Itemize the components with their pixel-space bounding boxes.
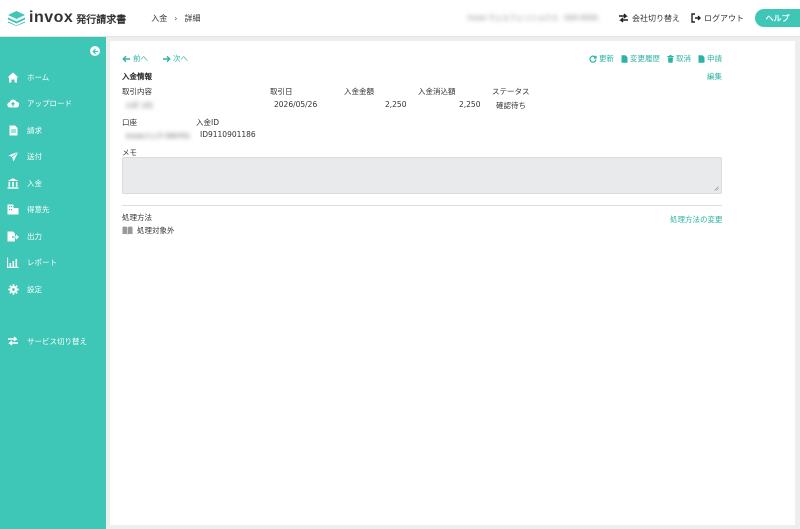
service-switch-button[interactable]: サービス切り替え: [0, 332, 106, 350]
arrow-left-icon: [91, 48, 98, 54]
paper-plane-icon: [7, 150, 19, 162]
main-panel: 前へ 次へ 更新 変更履歴 取消 申請 入金情報 編集 取引内容 取引日 入金金…: [110, 41, 795, 525]
sidebar: ホーム アップロード 請求 送付 入金 得意先 出力 レポート 設定 サービス切…: [0, 37, 106, 529]
process-value: 処理対象外: [137, 226, 175, 235]
logo-text: invox: [29, 9, 74, 26]
payment-id-label: 入金ID: [196, 118, 219, 127]
value-reconciled: 2,250: [459, 100, 481, 109]
chart-icon: [7, 256, 19, 268]
refresh-label: 更新: [599, 54, 614, 63]
service-switch-label: サービス切り替え: [27, 336, 87, 346]
history-button[interactable]: 変更履歴: [621, 53, 660, 64]
sidebar-item-settings[interactable]: 設定: [0, 280, 106, 298]
sidebar-item-label: レポート: [27, 257, 57, 267]
next-label: 次へ: [173, 54, 188, 63]
breadcrumb-item-detail: 詳細: [184, 13, 201, 23]
status-badge: 確認待ち: [496, 101, 526, 110]
header-amount: 入金金額: [344, 87, 374, 96]
sidebar-item-label: 出力: [27, 231, 42, 241]
apply-button[interactable]: 申請: [698, 53, 722, 64]
header-reconciled: 入金消込額: [418, 87, 456, 96]
next-button[interactable]: 次へ: [162, 53, 188, 64]
prev-button[interactable]: 前へ: [122, 53, 148, 64]
sidebar-item-send[interactable]: 送付: [0, 147, 106, 165]
header-date: 取引日: [270, 87, 293, 96]
section-title: 入金情報: [122, 72, 152, 81]
refresh-button[interactable]: 更新: [589, 53, 614, 64]
switch-arrows-icon: [619, 13, 628, 23]
switch-arrows-icon: [7, 335, 19, 347]
top-header: invox 発行請求書 入金 › 詳細 invox ウェルフェッショナル 000…: [0, 0, 800, 37]
value-date: 2026/05/26: [274, 100, 318, 109]
company-name: invox ウェルフェッショナル: [467, 14, 559, 22]
action-toolbar: 更新 変更履歴 取消 申請: [582, 53, 722, 64]
refresh-icon: [589, 55, 597, 63]
sidebar-item-label: 入金: [27, 178, 42, 188]
cloud-upload-icon: [7, 97, 19, 109]
sidebar-item-customers[interactable]: 得意先: [0, 200, 106, 218]
header-description: 取引内容: [122, 87, 152, 96]
sidebar-item-label: 請求: [27, 125, 42, 135]
export-icon: [7, 230, 19, 242]
sidebar-item-label: ホーム: [27, 72, 50, 82]
sidebar-item-home[interactable]: ホーム: [0, 68, 106, 86]
history-label: 変更履歴: [630, 54, 660, 63]
document-icon: [698, 54, 705, 63]
arrow-right-icon: [163, 55, 171, 62]
sidebar-item-invoice[interactable]: 請求: [0, 121, 106, 139]
process-value-row: 処理対象外: [122, 225, 175, 236]
sidebar-item-payment[interactable]: 入金: [0, 174, 106, 192]
change-process-link[interactable]: 処理方法の変更: [670, 214, 723, 225]
prev-label: 前へ: [133, 54, 148, 63]
help-button[interactable]: ヘルプ: [755, 9, 800, 27]
cancel-label: 取消: [676, 54, 691, 63]
divider: [122, 205, 722, 206]
resize-handle-icon[interactable]: [714, 186, 719, 191]
sidebar-item-label: アップロード: [27, 98, 72, 108]
gear-icon: [7, 283, 19, 295]
sidebar-item-label: 得意先: [27, 204, 50, 214]
sidebar-item-upload[interactable]: アップロード: [0, 94, 106, 112]
breadcrumb: 入金 › 詳細: [151, 13, 200, 24]
document-icon: [621, 54, 628, 63]
value-amount: 2,250: [385, 100, 407, 109]
bank-icon: [7, 177, 19, 189]
memo-field[interactable]: [122, 157, 722, 194]
app-logo[interactable]: invox 発行請求書: [8, 9, 126, 27]
process-label: 処理方法: [122, 213, 152, 222]
breadcrumb-separator: ›: [174, 13, 178, 23]
account-value: invoxバンク 000701: [126, 132, 191, 140]
document-icon: [7, 124, 19, 136]
apply-label: 申請: [707, 54, 722, 63]
sidebar-item-label: 設定: [27, 284, 42, 294]
logout-button[interactable]: ログアウト: [691, 13, 744, 24]
payment-id-value: ID9110901186: [200, 130, 256, 139]
switch-company-label: 会社切り替え: [632, 13, 680, 23]
header-status: ステータス: [492, 87, 530, 96]
cancel-button[interactable]: 取消: [667, 53, 691, 64]
sidebar-collapse-button[interactable]: [90, 46, 100, 56]
account-label: 口座: [122, 118, 137, 127]
edit-link[interactable]: 編集: [707, 71, 722, 82]
sidebar-item-label: 送付: [27, 151, 42, 161]
breadcrumb-item-payment[interactable]: 入金: [151, 13, 167, 24]
switch-company-button[interactable]: 会社切り替え: [618, 13, 680, 24]
sidebar-item-export[interactable]: 出力: [0, 227, 106, 245]
logout-icon: [691, 13, 701, 23]
logo-subtitle: 発行請求書: [76, 14, 127, 26]
book-icon: [122, 226, 133, 235]
sidebar-item-report[interactable]: レポート: [0, 253, 106, 271]
trash-icon: [667, 54, 674, 63]
arrow-left-icon: [122, 55, 130, 62]
logo-stack-icon: [8, 10, 25, 26]
value-description: ｲﾝﾎﾞｯｸｽ: [126, 101, 153, 110]
company-id: 000-0000: [564, 14, 598, 22]
building-icon: [7, 203, 19, 215]
home-icon: [7, 71, 19, 83]
logout-label: ログアウト: [704, 13, 744, 23]
